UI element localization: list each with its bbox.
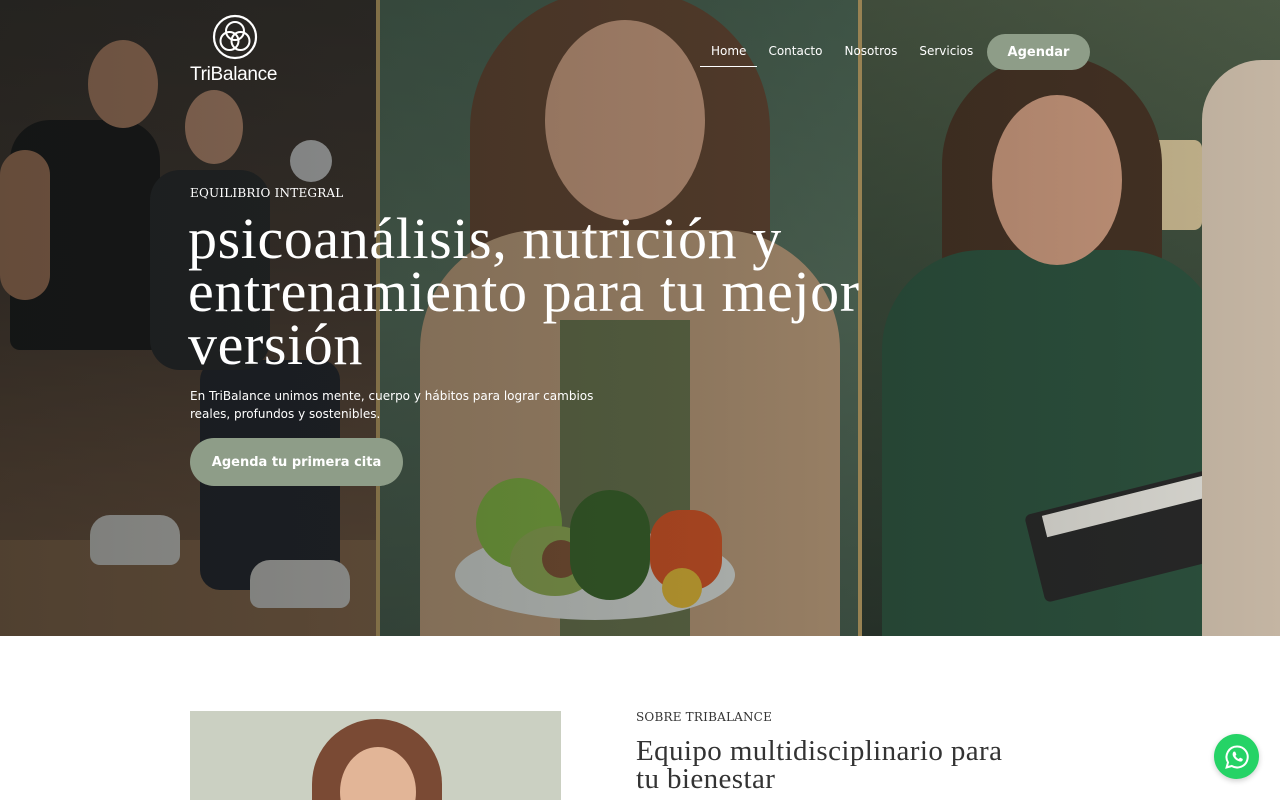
first-appointment-button[interactable]: Agenda tu primera cita [190,438,403,486]
hero-title: psicoanálisis, nutrición y entrenamiento… [188,206,860,377]
hero-eyebrow: EQUILIBRIO INTEGRAL [190,186,344,200]
nav-servicios[interactable]: Servicios [908,36,984,66]
nav-contacto[interactable]: Contacto [757,36,833,66]
brand-name: TriBalance [190,64,278,85]
nav-home[interactable]: Home [700,36,758,67]
about-eyebrow: SOBRE TRIBALANCE [636,710,773,724]
whatsapp-button[interactable] [1214,734,1259,779]
triquetra-logo-icon [212,14,258,60]
hero-section: TriBalance Home Contacto Nosotros Servic… [0,0,1280,636]
about-title: Equipo multidisciplinario para tu bienes… [636,735,1003,795]
about-photo [190,711,561,800]
nav-nosotros[interactable]: Nosotros [833,36,908,66]
agendar-button[interactable]: Agendar [987,34,1090,70]
brand-logo[interactable]: TriBalance [190,14,282,86]
main-nav: Home Contacto Nosotros Servicios [700,34,984,68]
whatsapp-icon [1224,744,1249,769]
hero-subtitle: En TriBalance unimos mente, cuerpo y háb… [190,389,594,421]
